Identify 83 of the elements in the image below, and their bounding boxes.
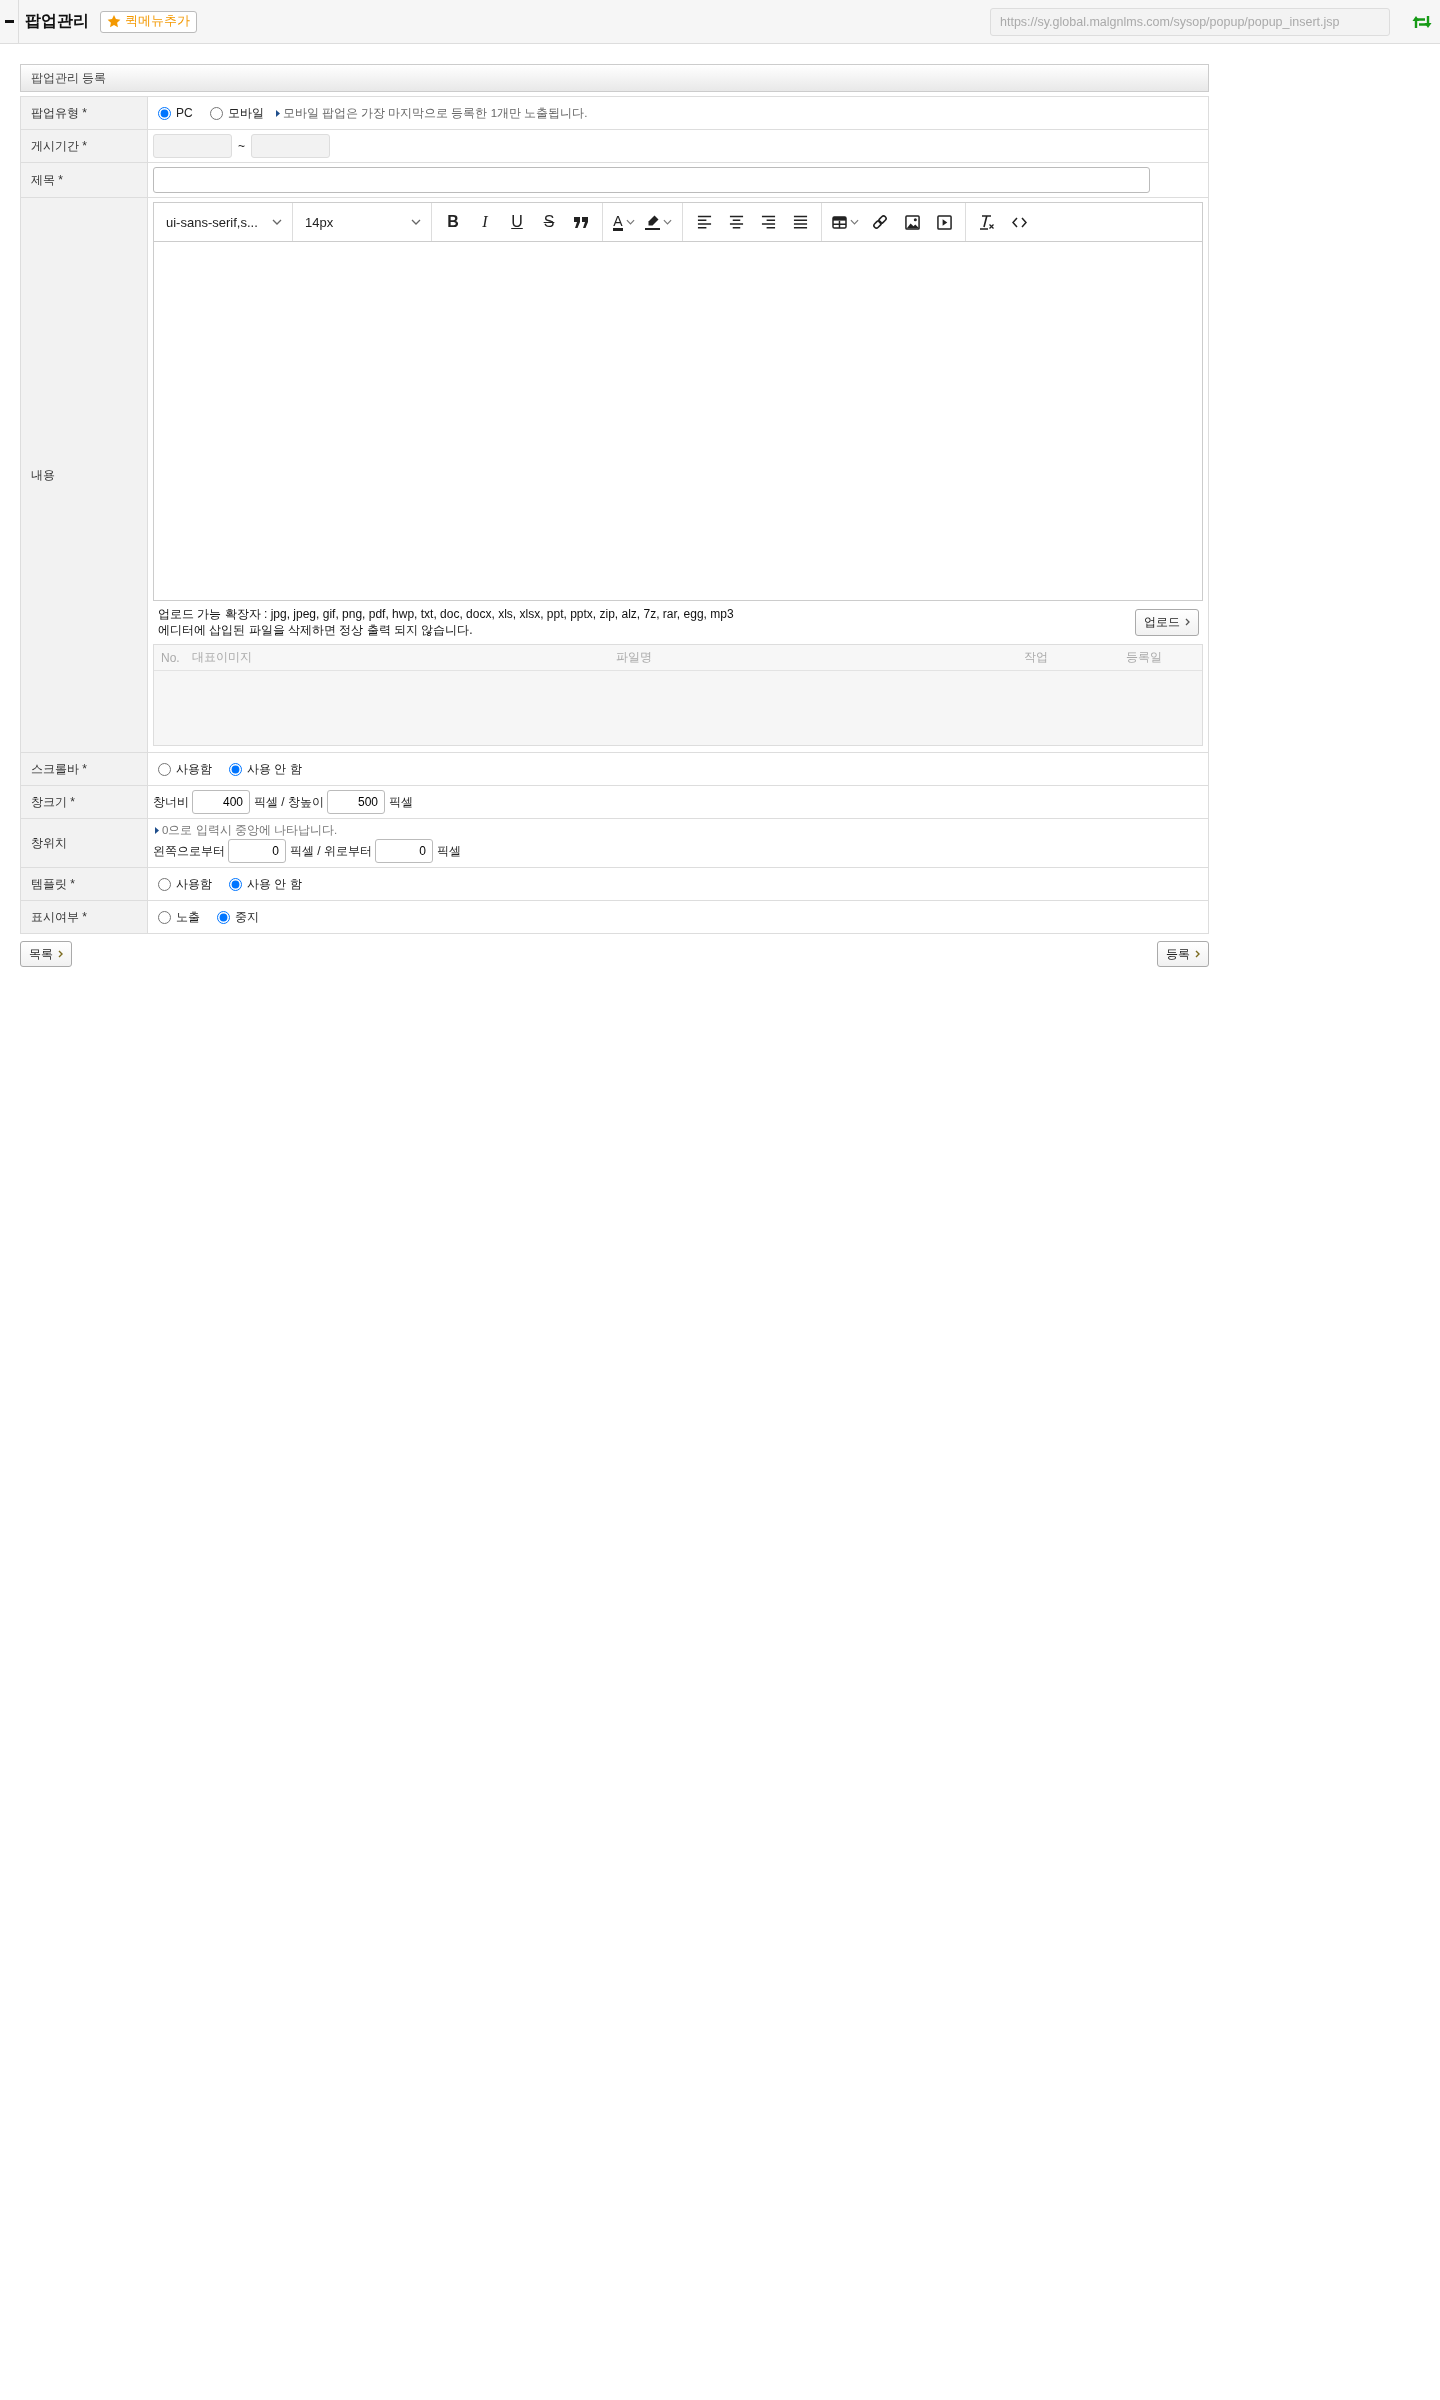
radio-button[interactable] xyxy=(229,762,242,776)
field-text: 창너비 xyxy=(153,793,189,811)
radio-button[interactable] xyxy=(209,106,223,120)
field-label: 템플릿 * xyxy=(20,867,148,901)
column-header: 파일명 xyxy=(615,649,653,666)
align-center-icon xyxy=(728,215,744,229)
upload-note: 에디터에 삽입된 파일을 삭제하면 정상 출력 되지 않습니다. xyxy=(158,622,474,638)
register-button[interactable]: 등록 xyxy=(1157,941,1209,967)
caret-icon xyxy=(663,219,672,225)
table-icon xyxy=(832,215,847,229)
chevron-icon xyxy=(1185,618,1190,626)
radio-button[interactable] xyxy=(229,877,242,891)
field-text: 픽셀 xyxy=(389,793,413,811)
italic-button[interactable]: I xyxy=(470,207,500,237)
image-icon xyxy=(904,214,920,230)
radio-button[interactable] xyxy=(158,762,171,776)
column-header: 작업 xyxy=(1023,649,1049,666)
refresh-icon[interactable] xyxy=(1412,14,1432,29)
field-text: 픽셀 / 위로부터 xyxy=(290,842,372,860)
radio-button[interactable] xyxy=(158,877,171,891)
option-label[interactable]: PC xyxy=(176,106,193,120)
strikethrough-button[interactable]: S xyxy=(534,207,564,237)
quote-icon xyxy=(574,216,588,228)
radio-button[interactable] xyxy=(217,910,230,924)
column-header: No. xyxy=(160,650,181,665)
upload-note: 업로드 가능 확장자 : jpg, jpeg, gif, png, pdf, hwp, txt, doc, docx, xls, xlsx, ppt, pptx, zip, alz, 7z, rar, egg, mp3 xyxy=(158,606,734,622)
date-field[interactable] xyxy=(251,134,330,158)
option-label[interactable]: 사용 안 함 xyxy=(247,875,302,893)
caret-icon xyxy=(625,219,635,225)
note-text: 0으로 입력시 중앙에 나타납니다. xyxy=(162,823,338,838)
clear-format-icon xyxy=(979,214,995,230)
caret-icon xyxy=(272,219,282,225)
align-left-icon xyxy=(696,215,712,229)
radio-button[interactable] xyxy=(158,910,171,924)
field-label: 제목 * xyxy=(20,162,148,198)
field-text: 픽셀 / 창높이 xyxy=(254,793,324,811)
justify-icon xyxy=(792,215,808,229)
triangle-icon xyxy=(155,827,159,834)
align-right-icon xyxy=(760,215,776,229)
field-text: 왼쪽으로부터 xyxy=(153,842,225,860)
field-label: 창위치 xyxy=(20,818,148,868)
text-color-button[interactable]: A xyxy=(609,207,639,237)
minus-icon[interactable] xyxy=(4,20,14,23)
option-label[interactable]: 모바일 xyxy=(227,104,264,122)
date-field[interactable] xyxy=(153,134,232,158)
field-label: 창크기 * xyxy=(20,785,148,819)
option-label[interactable]: 사용함 xyxy=(176,875,212,893)
section-title: 팝업관리 등록 xyxy=(20,64,1209,92)
chevron-icon xyxy=(1195,950,1200,958)
option-label[interactable]: 사용함 xyxy=(176,760,212,778)
caret-icon xyxy=(850,219,859,225)
field-label: 팝업유형 * xyxy=(20,96,148,130)
option-label[interactable]: 노출 xyxy=(176,908,200,926)
radio-button[interactable] xyxy=(158,106,171,120)
field-text: 픽셀 xyxy=(437,842,461,860)
number-field[interactable]: 0 xyxy=(375,839,433,863)
code-icon xyxy=(1011,216,1027,228)
page-title: 팝업관리 xyxy=(25,11,89,31)
number-field[interactable]: 0 xyxy=(228,839,286,863)
list-button[interactable]: 목록 xyxy=(20,941,72,967)
option-label[interactable]: 중지 xyxy=(235,908,259,926)
column-header: 등록일 xyxy=(1125,649,1163,666)
caret-icon xyxy=(411,219,421,225)
field-label: 내용 xyxy=(20,197,148,753)
play-icon xyxy=(936,214,952,230)
option-label[interactable]: 사용 안 함 xyxy=(247,760,302,778)
range-separator: ~ xyxy=(238,139,245,153)
number-field[interactable]: 400 xyxy=(192,790,250,814)
number-field[interactable]: 500 xyxy=(327,790,385,814)
bold-button[interactable]: B xyxy=(438,207,468,237)
underline-button[interactable]: U xyxy=(502,207,532,237)
field-label: 표시여부 * xyxy=(20,900,148,934)
note-text: 모바일 팝업은 가장 마지막으로 등록한 1개만 노출됩니다. xyxy=(282,105,588,121)
column-header: 대표이미지 xyxy=(191,649,253,666)
triangle-icon xyxy=(275,109,280,117)
marker-icon xyxy=(645,214,660,230)
upload-button[interactable]: 업로드 xyxy=(1135,608,1199,636)
field-label: 스크롤바 * xyxy=(20,752,148,786)
chevron-icon xyxy=(58,950,63,958)
field-label: 게시기간 * xyxy=(20,129,148,163)
title-field[interactable] xyxy=(153,167,1150,193)
link-icon xyxy=(872,214,888,230)
star-icon xyxy=(107,15,121,28)
